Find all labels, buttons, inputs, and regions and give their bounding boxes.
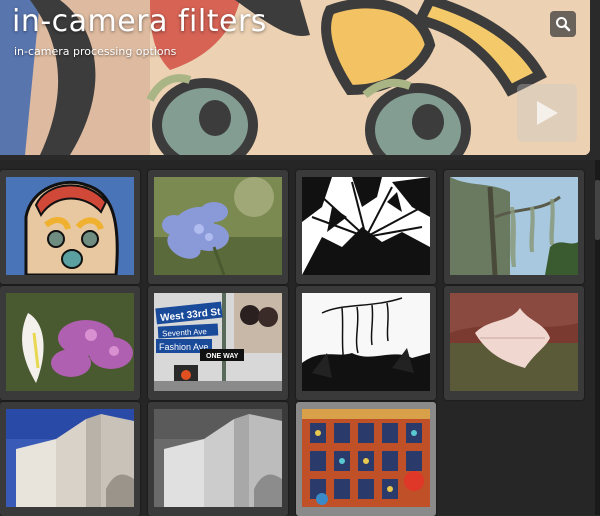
thumb-image bbox=[154, 177, 282, 275]
street-sign-one-way: ONE WAY bbox=[206, 353, 239, 360]
search-icon bbox=[556, 17, 571, 32]
thumb-palm-high-contrast[interactable] bbox=[296, 170, 436, 284]
header-banner: in-camera filters in-camera processing o… bbox=[0, 0, 590, 155]
play-icon bbox=[537, 101, 558, 125]
thumb-street-signs[interactable]: West 33rd St Seventh Ave Fashion Ave ONE… bbox=[148, 286, 288, 400]
thumb-image bbox=[450, 293, 578, 391]
thumb-building-blue-sky[interactable] bbox=[0, 402, 140, 516]
thumb-toy-clown-poster[interactable] bbox=[0, 170, 140, 284]
thumb-image bbox=[302, 177, 430, 275]
thumb-image bbox=[302, 293, 430, 391]
thumb-hdr-facade[interactable] bbox=[296, 402, 436, 516]
scrollbar[interactable] bbox=[595, 160, 600, 515]
thumb-moss-tree[interactable] bbox=[444, 170, 584, 284]
thumbnail-grid: West 33rd St Seventh Ave Fashion Ave ONE… bbox=[0, 160, 595, 516]
page-subtitle: in-camera processing options bbox=[14, 45, 177, 58]
thumb-image bbox=[154, 409, 282, 507]
thumb-image bbox=[6, 409, 134, 507]
thumb-moss-sketch[interactable] bbox=[296, 286, 436, 400]
thumb-image bbox=[302, 409, 430, 507]
thumb-blue-flower[interactable] bbox=[148, 170, 288, 284]
page-title: in-camera filters bbox=[12, 4, 267, 39]
thumb-image bbox=[450, 177, 578, 275]
thumb-leaf-red-texture[interactable] bbox=[444, 286, 584, 400]
search-button[interactable] bbox=[550, 11, 576, 37]
thumb-image bbox=[6, 177, 134, 275]
thumb-building-mono[interactable] bbox=[148, 402, 288, 516]
thumb-image bbox=[6, 293, 134, 391]
play-button[interactable] bbox=[517, 84, 577, 142]
thumb-image: West 33rd St Seventh Ave Fashion Ave ONE… bbox=[154, 293, 282, 391]
thumb-white-lily-purple[interactable] bbox=[0, 286, 140, 400]
scrollbar-thumb[interactable] bbox=[595, 180, 600, 240]
